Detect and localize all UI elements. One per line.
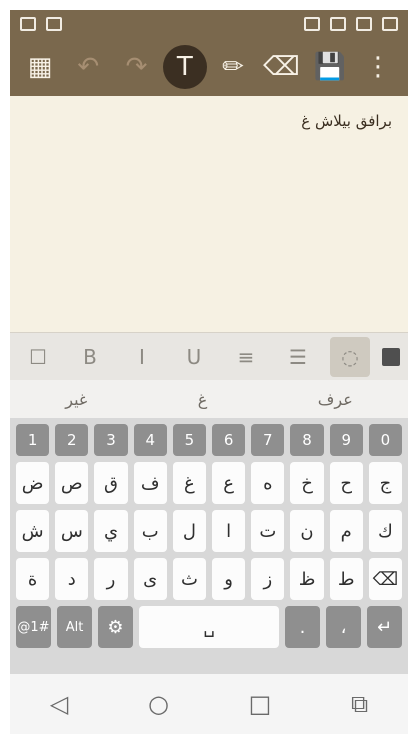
bottom-key-5[interactable]: ، (326, 606, 361, 648)
suggestion-0[interactable]: عرف (318, 390, 353, 409)
row-0-key-5[interactable]: ع (212, 462, 246, 504)
grid-icon[interactable]: ▦ (18, 45, 62, 89)
row-1-key-4[interactable]: ل (172, 510, 207, 552)
bottom-key-1[interactable]: Alt (57, 606, 92, 648)
navigation-bar: ◁ ○ □ ⧉ (10, 674, 408, 734)
align-icon[interactable]: ≡ (226, 337, 266, 377)
suggestion-bar: عرف غ غير (10, 380, 408, 418)
bottom-key-0[interactable]: @1# (16, 606, 51, 648)
nfc-icon (304, 17, 320, 31)
row-0-key-4[interactable]: غ (172, 462, 207, 504)
suggestion-1[interactable]: غ (198, 390, 208, 409)
suggestion-2[interactable]: غير (65, 390, 87, 409)
editor-text: برافق بيلاش غ (301, 112, 392, 130)
redo-icon[interactable]: ↷ (115, 45, 159, 89)
undo-icon[interactable]: ↶ (66, 45, 110, 89)
battery-icon (356, 17, 372, 31)
color-selected-icon[interactable]: ◌ (330, 336, 370, 377)
italic-icon[interactable]: I (122, 337, 162, 377)
nav-1[interactable]: ○ (148, 690, 169, 718)
row-0-key-2[interactable]: ق (94, 462, 128, 504)
row-1-key-3[interactable]: ب (133, 510, 167, 552)
row-2-key-1[interactable]: د (55, 558, 89, 600)
toolbar: ▦ ↶ ↷ T ✏ ⌫ 💾 ⋮ (10, 38, 408, 96)
row-1-key-6[interactable]: ت (251, 510, 285, 552)
row-0-key-6[interactable]: ه (251, 462, 285, 504)
bottom-key-2[interactable]: ⚙ (98, 606, 133, 648)
num-key-2[interactable]: 3 (94, 424, 128, 456)
num-key-6[interactable]: 7 (251, 424, 285, 456)
row-2-key-5[interactable]: و (212, 558, 246, 600)
row-1-key-5[interactable]: ا (212, 510, 246, 552)
num-key-8[interactable]: 9 (329, 424, 363, 456)
gallery-icon (20, 17, 36, 31)
row-0-key-9[interactable]: ج (368, 462, 403, 504)
num-key-7[interactable]: 8 (290, 424, 324, 456)
row-2-key-7[interactable]: ظ (290, 558, 324, 600)
rotate-icon (330, 17, 346, 31)
status-bar (10, 10, 408, 38)
bottom-key-6[interactable]: ↵ (367, 606, 402, 648)
row-0-key-1[interactable]: ص (55, 462, 89, 504)
row-2-key-8[interactable]: ط (329, 558, 363, 600)
format-bar: ☐ B I U ≡ ☰ ◌ (10, 332, 408, 380)
row-2-key-9[interactable]: ⌫ (368, 558, 403, 600)
row-1-key-0[interactable]: ش (16, 510, 50, 552)
row-1-key-2[interactable]: ي (94, 510, 128, 552)
bold-icon[interactable]: B (70, 337, 110, 377)
text-icon[interactable]: T (162, 45, 207, 89)
bottom-row: @1# Alt ⚙ ␣. ، ↵ (16, 606, 402, 648)
row-0-key-0[interactable]: ض (16, 462, 50, 504)
pen-icon[interactable]: ✏ (211, 45, 255, 89)
row-1-key-1[interactable]: س (55, 510, 89, 552)
num-key-5[interactable]: 6 (212, 424, 246, 456)
num-key-3[interactable]: 4 (133, 424, 167, 456)
num-row: 1234567890 (16, 424, 403, 456)
eraser-icon[interactable]: ⌫ (259, 45, 303, 89)
signal-icon (382, 17, 398, 31)
row-2-key-0[interactable]: ة (16, 558, 50, 600)
num-key-1[interactable]: 2 (55, 424, 89, 456)
row-2-key-2[interactable]: ر (94, 558, 128, 600)
row-2-row: ة د ر ى ث و ز ظ ط ⌫ (16, 558, 403, 600)
row-0-key-3[interactable]: ف (133, 462, 167, 504)
row-2-key-3[interactable]: ى (133, 558, 167, 600)
keyboard: 1 2 3 4 5 6 7 8 9 0 ض ص ق ف غ ع ه خ ح ج ش س ي ب ل ا ت ن م ك ة د ر ى ث و ز ظ ط ⌫… (10, 418, 408, 674)
color-swatch[interactable] (382, 347, 400, 366)
checkbox-icon[interactable]: ☐ (18, 337, 58, 377)
nav-3[interactable]: ⧉ (351, 690, 368, 718)
gamepad-icon (46, 17, 62, 31)
save-icon[interactable]: 💾 (308, 45, 352, 89)
row-0-row: ضصقفغعهخحج (16, 462, 403, 504)
num-key-9[interactable]: 0 (368, 424, 403, 456)
num-key-4[interactable]: 5 (172, 424, 207, 456)
nav-0[interactable]: ◁ (50, 690, 68, 718)
bottom-key-3[interactable]: ␣ (139, 606, 279, 648)
row-1-key-8[interactable]: م (329, 510, 363, 552)
center-icon[interactable]: ☰ (278, 337, 318, 377)
underline-icon[interactable]: U (174, 337, 214, 377)
bottom-key-4[interactable]: . (285, 606, 320, 648)
row-1-row: شسيبلاتنمك (16, 510, 403, 552)
num-key-0[interactable]: 1 (16, 424, 50, 456)
row-0-key-8[interactable]: ح (329, 462, 363, 504)
row-2-key-4[interactable]: ث (172, 558, 207, 600)
row-1-key-9[interactable]: ك (368, 510, 403, 552)
row-0-key-7[interactable]: خ (290, 462, 324, 504)
nav-2[interactable]: □ (249, 690, 272, 718)
more-icon[interactable]: ⋮ (356, 45, 400, 89)
editor[interactable]: برافق بيلاش غ (10, 96, 408, 332)
row-1-key-7[interactable]: ن (290, 510, 324, 552)
row-2-key-6[interactable]: ز (251, 558, 285, 600)
